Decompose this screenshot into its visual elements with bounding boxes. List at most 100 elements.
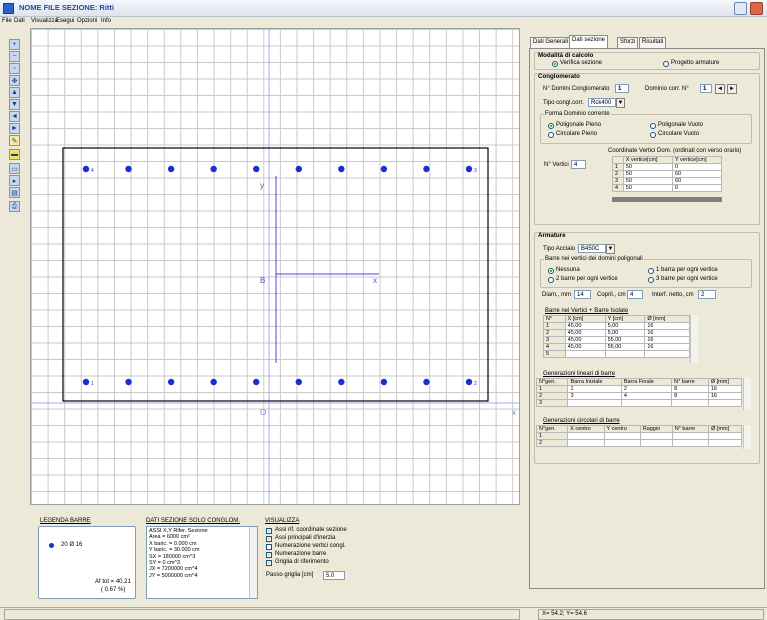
iso-bars-scrollbar[interactable] bbox=[690, 315, 698, 363]
concrete-type-dropdown-icon[interactable]: ▼ bbox=[616, 98, 625, 108]
rebar-dot[interactable] bbox=[295, 378, 302, 386]
domain-prev-button[interactable]: ◄ bbox=[715, 84, 725, 94]
arrow-right-icon[interactable]: ► bbox=[9, 123, 20, 134]
rectangle-icon[interactable]: ▭ bbox=[9, 163, 20, 174]
spacing-input[interactable]: 2 bbox=[698, 290, 716, 299]
drawing-canvas[interactable]: y B x O x 4 3 1 2 bbox=[30, 28, 520, 505]
arrow-left-icon[interactable]: ◄ bbox=[9, 111, 20, 122]
check-grid[interactable]: ✓ bbox=[266, 560, 272, 566]
table-row: 2 50 60 bbox=[612, 170, 723, 178]
check-bar-numbering[interactable]: ✓ bbox=[266, 552, 272, 558]
arrow-up-icon[interactable]: ▲ bbox=[9, 87, 20, 98]
menu-esegui[interactable]: Esegui bbox=[56, 18, 74, 24]
pencil-icon[interactable]: ✎ bbox=[9, 135, 20, 146]
check-ref-axes[interactable]: ✓ bbox=[266, 528, 272, 534]
zoom-out-icon[interactable]: − bbox=[9, 51, 20, 62]
tool-palette: + − ▫ ✥ ▲ ▼ ◄ ► ✎ ▬ ▭ ▸ ▤ ⎙ bbox=[0, 27, 30, 607]
rebar-dot[interactable] bbox=[253, 378, 260, 386]
radio-poly-full[interactable] bbox=[548, 123, 554, 129]
tab-dati-sezione[interactable]: Dati sezione bbox=[569, 35, 609, 48]
rebar-dot[interactable] bbox=[210, 378, 217, 386]
vertex-coords-table[interactable]: X vertice[cm] Y vertice[cm] 1 50 0 2 50 60 35… bbox=[612, 156, 723, 192]
vertices-label: N° Vertici bbox=[544, 162, 569, 168]
document-icon[interactable]: ▤ bbox=[9, 187, 20, 198]
menu-opzioni[interactable]: Opzioni bbox=[77, 18, 97, 24]
rebar-dot[interactable] bbox=[167, 378, 175, 386]
steel-type-dropdown-icon[interactable]: ▼ bbox=[606, 244, 615, 254]
rebar-dot[interactable] bbox=[423, 165, 430, 173]
bottom-bar-row bbox=[82, 378, 473, 386]
menu-file[interactable]: File bbox=[2, 18, 12, 24]
rebar-dot[interactable] bbox=[380, 165, 388, 173]
domain-current-input[interactable]: 1 bbox=[700, 84, 712, 93]
rebar-dot[interactable] bbox=[253, 165, 260, 173]
menu-dati[interactable]: Dati bbox=[14, 18, 25, 24]
rebar-dot[interactable] bbox=[465, 165, 473, 173]
concrete-type-select[interactable]: Rck400 bbox=[588, 98, 616, 107]
circular-gen-scrollbar[interactable] bbox=[743, 425, 751, 449]
iso-bars-table[interactable]: N° X [cm] Y [cm] Ø [mm] 1 45,00 5,00 16 2 45,00… bbox=[543, 315, 690, 358]
zoom-window-icon[interactable]: ▫ bbox=[9, 63, 20, 74]
section-drawing: y B x O x 4 3 1 2 bbox=[31, 29, 519, 504]
rebar-dot[interactable] bbox=[125, 165, 132, 173]
rebar-dot[interactable] bbox=[295, 165, 302, 173]
rebar-dot[interactable] bbox=[423, 378, 430, 386]
fill-icon[interactable]: ▬ bbox=[9, 149, 20, 160]
radio-progetto[interactable] bbox=[663, 61, 669, 67]
section-data-list[interactable]: ASSI X,Y Rifer. Sezione Area = 6000 cm² X… bbox=[146, 526, 258, 599]
radio-bars-two[interactable] bbox=[548, 277, 554, 283]
radio-bars-none[interactable] bbox=[548, 268, 554, 274]
domain-count-input[interactable]: 1 bbox=[615, 84, 629, 93]
check-vertex-numbering[interactable] bbox=[266, 544, 272, 550]
cover-input[interactable]: 4 bbox=[627, 290, 643, 299]
close-button[interactable] bbox=[750, 2, 763, 15]
radio-bars-one[interactable] bbox=[648, 268, 654, 274]
radio-circ-full[interactable] bbox=[548, 132, 554, 138]
rebar-dot[interactable] bbox=[167, 165, 175, 173]
grid-step-input[interactable]: 5.0 bbox=[323, 571, 345, 580]
circular-gen-table[interactable]: N°gen. X centro Y centro Raggio N° barre Ø [m… bbox=[535, 425, 742, 447]
domain-current-label: Dominio corr. N° bbox=[645, 86, 689, 92]
check-principal-axes[interactable]: ✓ bbox=[266, 536, 272, 542]
tab-risultati[interactable]: Risultati bbox=[639, 37, 667, 48]
pan-icon[interactable]: ✥ bbox=[9, 75, 20, 86]
rebar-dot[interactable] bbox=[210, 165, 217, 173]
radio-circ-empty[interactable] bbox=[650, 132, 656, 138]
radio-bars-three[interactable] bbox=[648, 277, 654, 283]
diam-input[interactable]: 14 bbox=[574, 290, 591, 299]
tab-dati-generali[interactable]: Dati Generali bbox=[530, 37, 572, 48]
menu-info[interactable]: Info bbox=[101, 18, 111, 24]
zoom-in-icon[interactable]: + bbox=[9, 39, 20, 50]
minimize-button[interactable] bbox=[734, 2, 747, 15]
arrow-down-icon[interactable]: ▼ bbox=[9, 99, 20, 110]
table-row: 4 45,00 55,00 16 bbox=[543, 343, 690, 351]
rebar-dot[interactable] bbox=[338, 165, 345, 173]
pointer-icon[interactable]: ▸ bbox=[9, 175, 20, 186]
spacing-label: Interf. netto, cm bbox=[652, 292, 694, 298]
rebar-dot[interactable] bbox=[380, 378, 388, 386]
rebar-dot[interactable] bbox=[338, 378, 345, 386]
rebar-dot[interactable] bbox=[82, 378, 90, 386]
properties-panel: Dati Generali Dati sezione Sforzi Risult… bbox=[525, 33, 767, 607]
tab-page: Modalità di calcolo Verifica sezione Pro… bbox=[529, 48, 765, 589]
check-ref-axes-label: Assi rif. coordinate sezione bbox=[275, 527, 347, 533]
radio-verifica[interactable] bbox=[552, 61, 558, 67]
vertices-input[interactable]: 4 bbox=[571, 160, 586, 169]
check-bar-numbering-label: Numerazione barre bbox=[275, 551, 327, 557]
vertex-table-scrollbar[interactable] bbox=[612, 197, 722, 202]
section-data-scrollbar[interactable] bbox=[249, 527, 257, 598]
coords-title: Coordinate Vertici Dom. (ordinati con ve… bbox=[608, 148, 742, 154]
tab-sforzi[interactable]: Sforzi bbox=[617, 37, 639, 48]
legend-title: LEGENDA BARRE bbox=[40, 518, 91, 524]
print-icon[interactable]: ⎙ bbox=[9, 201, 20, 212]
rebar-dot[interactable] bbox=[465, 378, 473, 386]
linear-gen-table[interactable]: N°gen. Barra Iniziale Barra Finale N° barre… bbox=[535, 378, 743, 407]
radio-poly-empty[interactable] bbox=[650, 123, 656, 129]
window-title: NOME FILE SEZIONE: Ritti bbox=[19, 3, 114, 12]
linear-gen-scrollbar[interactable] bbox=[743, 378, 751, 410]
domain-next-button[interactable]: ► bbox=[727, 84, 737, 94]
menu-visualizza[interactable]: Visualizza bbox=[31, 18, 58, 24]
rebar-dot[interactable] bbox=[82, 165, 90, 173]
steel-type-select[interactable]: B450C bbox=[578, 244, 606, 253]
rebar-dot[interactable] bbox=[125, 378, 132, 386]
